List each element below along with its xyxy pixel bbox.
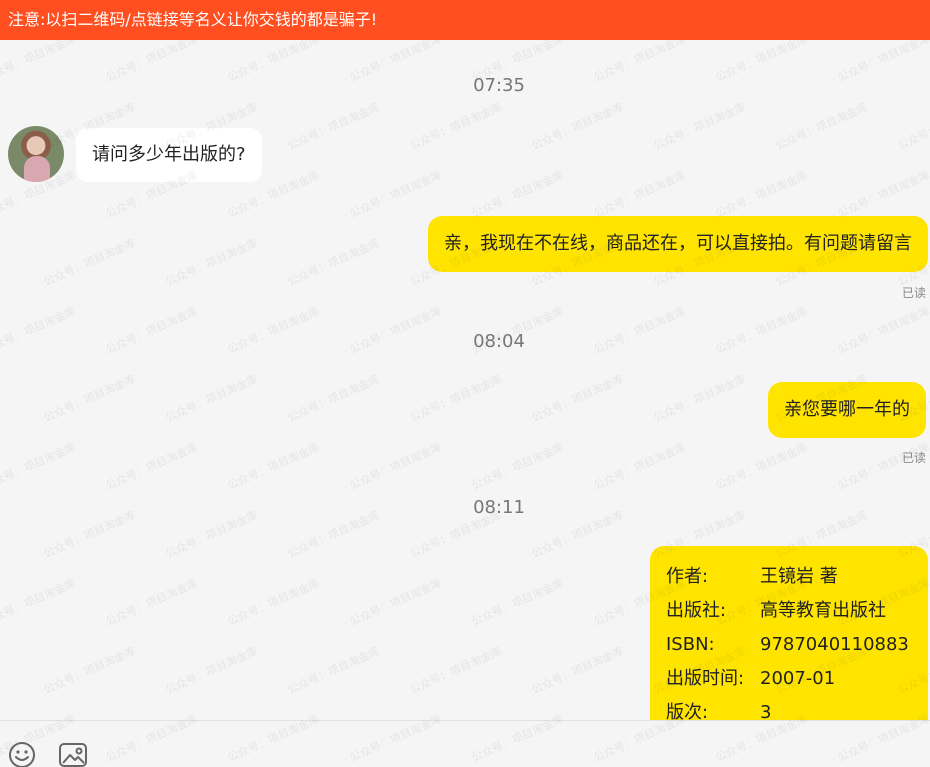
book-info-value: 高等教育出版社 <box>760 600 886 621</box>
scam-warning-text: 注意:以扫二维码/点链接等名义让你交钱的都是骗子! <box>8 10 378 29</box>
book-info-value: 王镜岩 著 <box>760 566 838 587</box>
book-info-value: 9787040110883 <box>760 634 909 655</box>
outgoing-message[interactable]: 亲，我现在不在线，商品还在，可以直接拍。有问题请留言 <box>428 216 928 272</box>
avatar[interactable] <box>8 126 64 182</box>
incoming-message[interactable]: 请问多少年出版的? <box>76 128 262 182</box>
book-info-row: 版次: 3 <box>666 696 914 720</box>
book-info-key: 出版时间: <box>666 668 745 689</box>
timestamp: 08:11 <box>473 497 525 518</box>
book-info-key: 作者: <box>666 566 709 587</box>
timestamp: 07:35 <box>473 75 525 96</box>
book-info-row: 作者: 王镜岩 著 <box>666 560 914 594</box>
chat-window: 注意:以扫二维码/点链接等名义让你交钱的都是骗子! 07:35 请问多少年出版的… <box>0 0 930 767</box>
book-info-key: ISBN: <box>666 634 715 655</box>
book-info-row: ISBN: 9787040110883 <box>666 628 914 662</box>
book-info-value: 2007-01 <box>760 668 836 689</box>
book-info-row: 出版时间: 2007-01 <box>666 662 914 696</box>
read-receipt: 已读 <box>901 451 926 465</box>
outgoing-message[interactable]: 亲您要哪一年的 <box>768 382 926 438</box>
timestamp: 08:04 <box>473 331 525 352</box>
book-info-card[interactable]: 作者: 王镜岩 著 出版社: 高等教育出版社 ISBN: 97870401108… <box>650 546 928 720</box>
read-receipt: 已读 <box>901 286 926 300</box>
book-info-key: 出版社: <box>666 600 727 621</box>
emoji-icon[interactable] <box>8 741 36 767</box>
scam-warning-banner: 注意:以扫二维码/点链接等名义让你交钱的都是骗子! <box>0 0 930 40</box>
book-info-row: 出版社: 高等教育出版社 <box>666 594 914 628</box>
input-toolbar <box>0 720 930 767</box>
image-icon[interactable] <box>58 741 87 767</box>
book-info-key: 版次: <box>666 702 709 720</box>
message-list[interactable]: 07:35 请问多少年出版的? 亲，我现在不在线，商品还在，可以直接拍。有问题请… <box>0 40 930 720</box>
book-info-value: 3 <box>760 702 772 720</box>
